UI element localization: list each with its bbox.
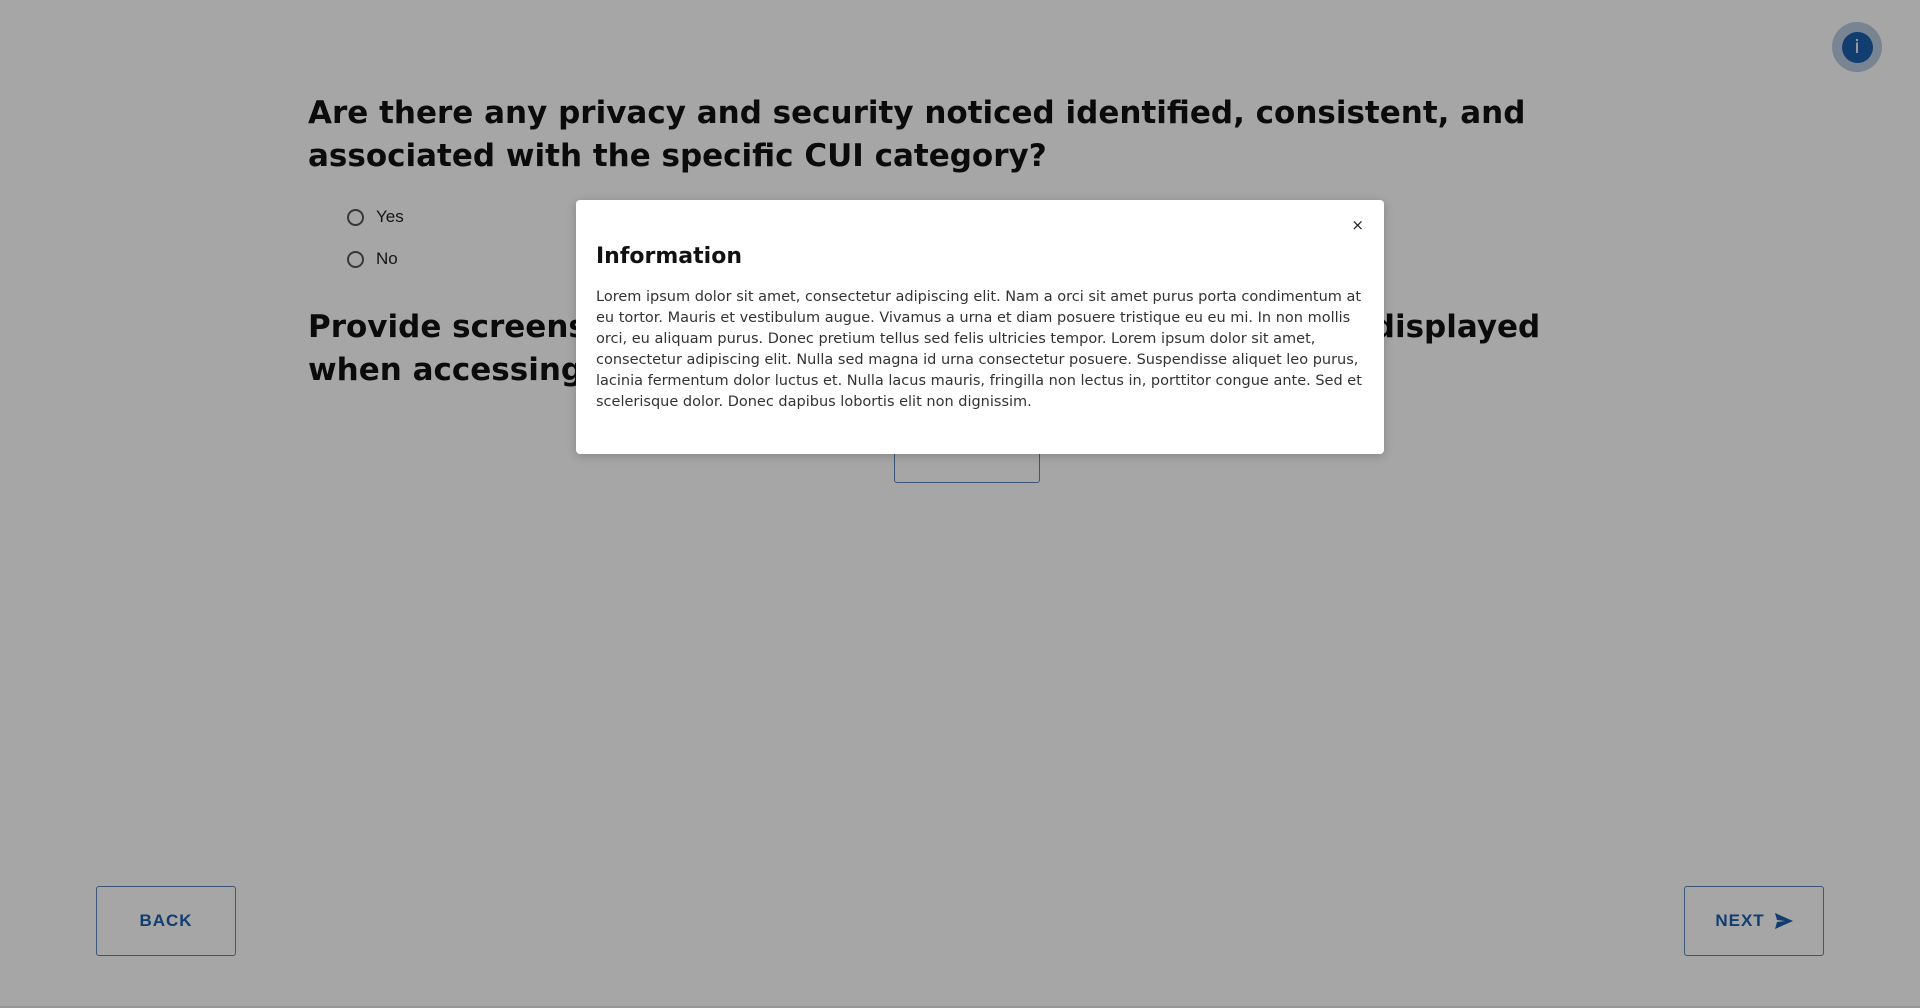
modal-backdrop[interactable] bbox=[0, 0, 1920, 1008]
modal-body-text: Lorem ipsum dolor sit amet, consectetur … bbox=[596, 289, 1362, 410]
survey-page: i Are there any privacy and security not… bbox=[0, 0, 1920, 1008]
close-icon[interactable]: × bbox=[1351, 218, 1364, 233]
information-modal: × Information Lorem ipsum dolor sit amet… bbox=[576, 200, 1384, 454]
modal-title: Information bbox=[596, 244, 742, 269]
